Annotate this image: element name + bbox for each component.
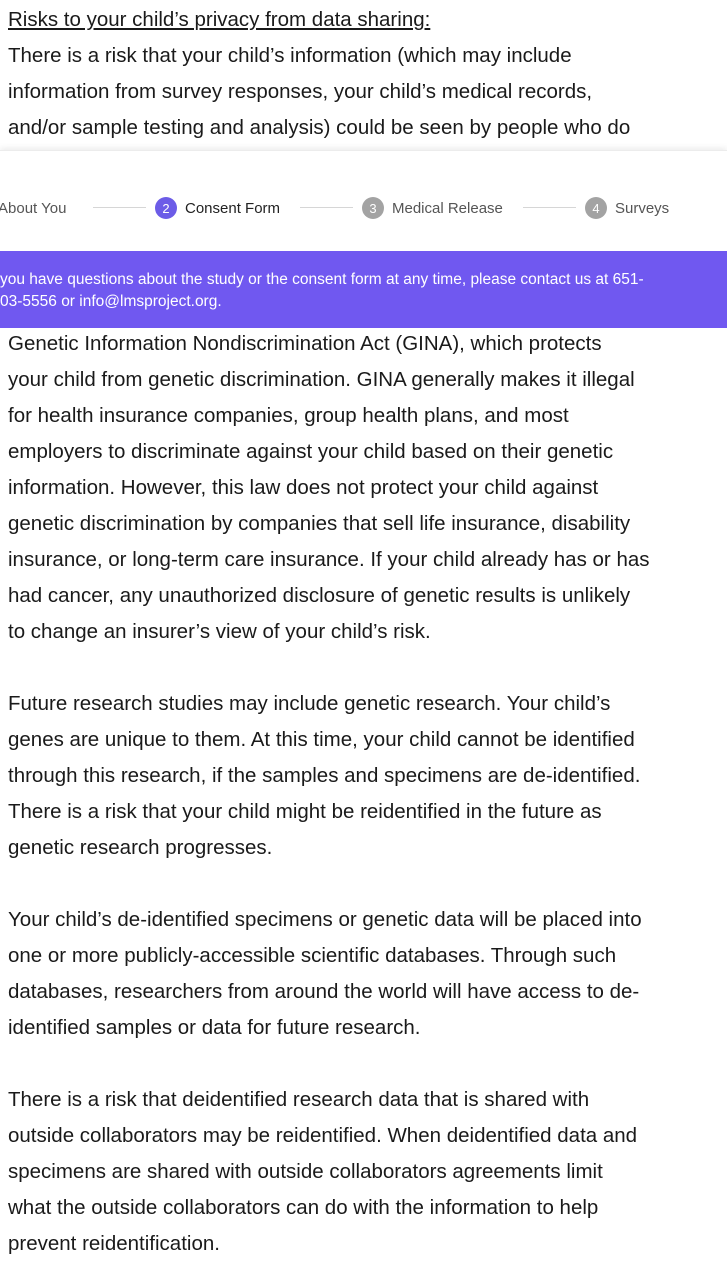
text-line: through this research, if the samples an… [8, 764, 641, 787]
step-number-badge: 2 [155, 197, 177, 219]
paragraph-collaborators: There is a risk that deidentified resear… [8, 1082, 727, 1261]
text-line: for health insurance companies, group he… [8, 404, 569, 427]
step-label: About You [0, 199, 67, 217]
paragraph-gina: Genetic Information Nondiscrimination Ac… [8, 326, 727, 650]
step-consent-form[interactable]: 2 Consent Form [155, 196, 280, 220]
text-line: information. However, this law does not … [8, 476, 599, 499]
step-label: Surveys [615, 199, 670, 217]
text-line: had cancer, any unauthorized disclosure … [8, 584, 631, 607]
text-line: what the outside collaborators can do wi… [8, 1196, 599, 1219]
text-line: your child from genetic discrimination. … [8, 368, 635, 391]
step-number-badge: 4 [585, 197, 607, 219]
privacy-risk-section: Risks to your child’s privacy from data … [8, 2, 727, 146]
step-surveys[interactable]: 4 Surveys [585, 196, 669, 220]
step-medical-release[interactable]: 3 Medical Release [362, 196, 503, 220]
text-line: identified samples or data for future re… [8, 1016, 421, 1039]
step-about-you[interactable]: About You [0, 196, 66, 220]
step-label: Consent Form [185, 199, 281, 217]
text-line: There is a risk that your child might be… [8, 800, 602, 823]
consent-body: Genetic Information Nondiscrimination Ac… [8, 326, 727, 1261]
text-line: one or more publicly-accessible scientif… [8, 944, 617, 967]
text-line: employers to discriminate against your c… [8, 440, 614, 463]
step-label: Medical Release [392, 199, 503, 217]
progress-stepper: About You 2 Consent Form 3 Medical Relea… [0, 150, 727, 251]
text-line: information from survey responses, your … [8, 80, 593, 103]
contact-banner: you have questions about the study or th… [0, 251, 727, 328]
text-line: Genetic Information Nondiscrimination Ac… [8, 332, 602, 355]
text-line: databases, researchers from around the w… [8, 980, 640, 1003]
step-connector [93, 207, 146, 208]
text-line: insurance, or long-term care insurance. … [8, 548, 650, 571]
text-line: genetic research progresses. [8, 836, 273, 859]
banner-text-line: 03-5556 or info@lmsproject.org. [0, 293, 222, 310]
banner-text-line: you have questions about the study or th… [0, 271, 644, 288]
privacy-risk-heading: Risks to your child’s privacy from data … [8, 8, 431, 31]
text-line: Your child’s de-identified specimens or … [8, 908, 642, 931]
consent-page: Risks to your child’s privacy from data … [0, 0, 727, 1261]
text-line: and/or sample testing and analysis) coul… [8, 116, 631, 139]
text-line: genes are unique to them. At this time, … [8, 728, 635, 751]
text-line: outside collaborators may be reidentifie… [8, 1124, 638, 1147]
text-line: specimens are shared with outside collab… [8, 1160, 603, 1183]
text-line: There is a risk that your child’s inform… [8, 44, 572, 67]
text-line: There is a risk that deidentified resear… [8, 1088, 590, 1111]
text-line: prevent reidentification. [8, 1232, 220, 1255]
text-line: genetic discrimination by companies that… [8, 512, 631, 535]
step-number-badge: 3 [362, 197, 384, 219]
text-line: Future research studies may include gene… [8, 692, 611, 715]
paragraph-databases: Your child’s de-identified specimens or … [8, 902, 727, 1046]
text-line: to change an insurer’s view of your chil… [8, 620, 431, 643]
paragraph-genetic-research: Future research studies may include gene… [8, 686, 727, 866]
step-connector [300, 207, 353, 208]
step-connector [523, 207, 576, 208]
